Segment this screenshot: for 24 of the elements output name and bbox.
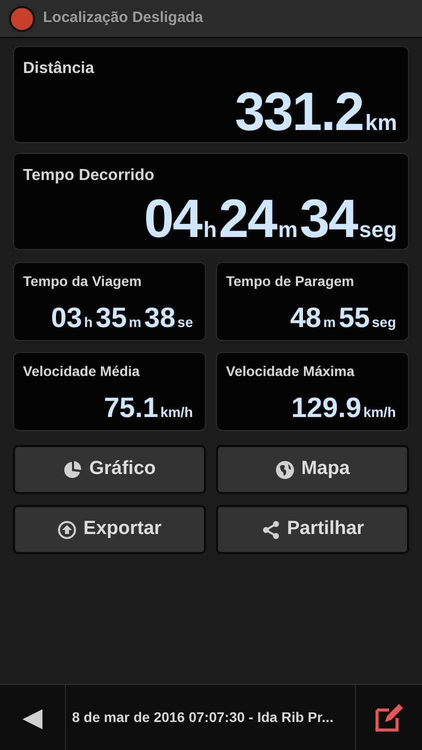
map-button[interactable]: Mapa xyxy=(216,445,409,494)
metric-value: 48 m 55 seg xyxy=(289,304,397,332)
metric-title: Velocidade Média xyxy=(23,362,141,381)
metric-title: Velocidade Máxima xyxy=(226,362,356,381)
status-label: Localização Desligada xyxy=(43,8,204,28)
chart-button[interactable]: Gráfico xyxy=(13,445,206,494)
metric-title: Tempo da Viagem xyxy=(23,272,143,291)
export-button[interactable]: Exportar xyxy=(13,505,206,554)
metric-value: 331.2km xyxy=(234,85,398,139)
metric-title: Distância xyxy=(23,59,96,79)
metric-value: 75.1 km/h xyxy=(102,394,194,422)
upload-icon xyxy=(57,520,78,540)
share-button[interactable]: Partilhar xyxy=(216,505,409,554)
metric-value: 04h 24m 34seg xyxy=(142,192,398,246)
globe-icon xyxy=(275,460,296,480)
metric-title: Tempo de Paragem xyxy=(226,272,356,291)
metric-value: 129.9 km/h xyxy=(290,394,397,422)
metric-value: 03 h 35 m 38 se xyxy=(50,304,194,332)
pie-chart-icon xyxy=(63,460,84,480)
share-icon xyxy=(260,520,281,540)
back-button[interactable]: ◀ xyxy=(0,685,66,750)
edit-icon xyxy=(373,702,405,734)
metric-title: Tempo Decorrido xyxy=(23,166,156,186)
trip-title: 8 de mar de 2016 07:07:30 - Ida Rib Pr... xyxy=(66,685,356,750)
